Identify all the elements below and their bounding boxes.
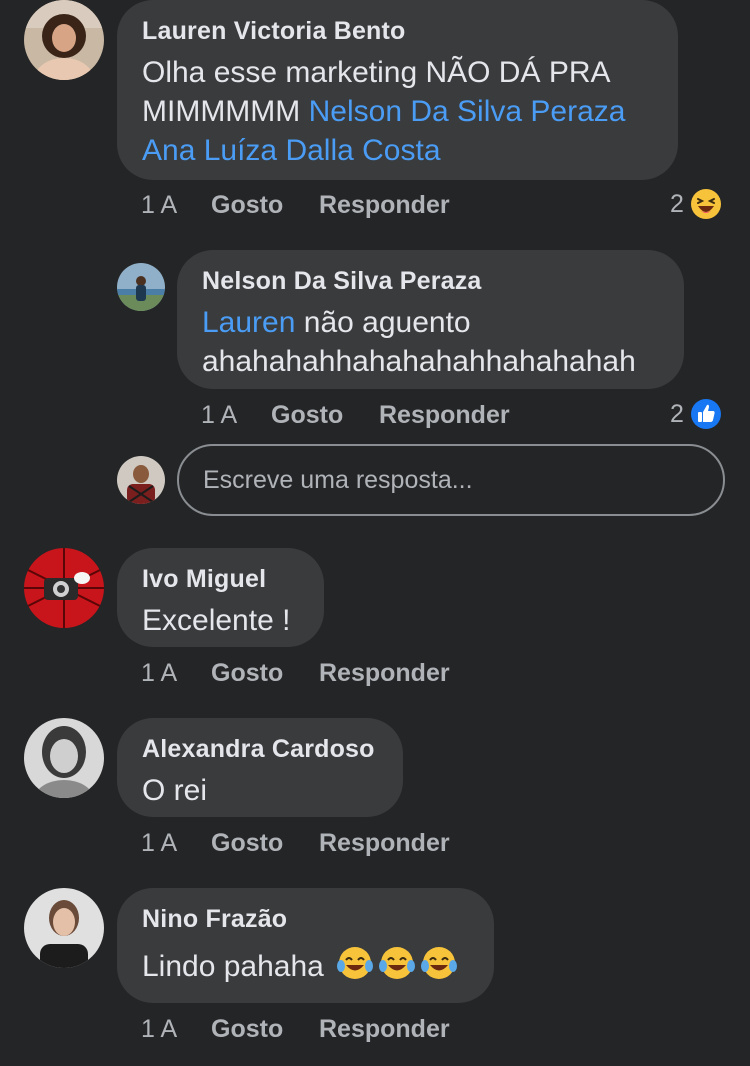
comment-bubble: Nino Frazão Lindo pahaha	[117, 888, 494, 1003]
reply-button[interactable]: Responder	[319, 658, 450, 688]
avatar-ivo-image	[24, 548, 104, 628]
reaction-summary[interactable]: 2	[670, 398, 722, 430]
avatar-nino[interactable]	[24, 888, 104, 968]
comment-author[interactable]: Ivo Miguel	[142, 564, 299, 594]
reaction-summary[interactable]: 2	[670, 188, 722, 220]
mention-link[interactable]: Lauren	[202, 306, 295, 339]
comment-author[interactable]: Nino Frazão	[142, 904, 469, 934]
comment-text: Lauren não aguento ahahahahhahahahahhaha…	[202, 306, 636, 378]
comment-author[interactable]: Lauren Victoria Bento	[142, 16, 653, 46]
reply-input-placeholder: Escreve uma resposta...	[203, 465, 473, 494]
comment-timestamp[interactable]: 1 A	[141, 658, 211, 688]
comment-bubble: Lauren Victoria Bento Olha esse marketin…	[117, 0, 678, 180]
tears-of-joy-icon	[420, 944, 458, 982]
comment-author[interactable]: Alexandra Cardoso	[142, 734, 378, 764]
avatar-current-user	[117, 456, 165, 504]
comment-actions: 1 A Gosto Responder	[141, 828, 450, 858]
comment-actions: 1 A Gosto Responder	[141, 658, 450, 688]
avatar-alexandra-image	[24, 718, 104, 798]
avatar-alexandra[interactable]	[24, 718, 104, 798]
reaction-count: 2	[670, 399, 684, 428]
like-button[interactable]: Gosto	[211, 1014, 319, 1044]
avatar-lauren[interactable]	[24, 0, 104, 80]
comment-author[interactable]: Nelson Da Silva Peraza	[202, 266, 659, 296]
mention-link[interactable]: Nelson Da Silva Peraza	[309, 95, 626, 128]
like-button[interactable]: Gosto	[211, 658, 319, 688]
comment-text: O rei	[142, 774, 208, 807]
avatar-nelson-image	[117, 263, 165, 311]
avatar-lauren-image	[24, 0, 104, 80]
thumbs-up-icon	[690, 398, 722, 430]
laughing-emoji-icon	[690, 188, 722, 220]
avatar-ivo[interactable]	[24, 548, 104, 628]
comment-text: Excelente !	[142, 604, 291, 637]
tears-of-joy-icon	[378, 944, 416, 982]
comment-timestamp[interactable]: 1 A	[141, 1014, 211, 1044]
reply-button[interactable]: Responder	[319, 1014, 450, 1044]
like-button[interactable]: Gosto	[211, 190, 319, 220]
comment-timestamp[interactable]: 1 A	[141, 190, 211, 220]
comment-text: Lindo pahaha	[142, 944, 469, 986]
avatar-current-user-image	[117, 456, 165, 504]
tears-of-joy-icon	[336, 944, 374, 982]
comment-bubble: Alexandra Cardoso O rei	[117, 718, 403, 817]
reply-button[interactable]: Responder	[319, 190, 450, 220]
avatar-nino-image	[24, 888, 104, 968]
reply-button[interactable]: Responder	[319, 828, 450, 858]
reaction-count: 2	[670, 189, 684, 218]
reply-input[interactable]: Escreve uma resposta...	[177, 444, 725, 516]
like-button[interactable]: Gosto	[211, 828, 319, 858]
comment-timestamp[interactable]: 1 A	[201, 400, 271, 430]
comment-actions: 1 A Gosto Responder	[141, 1014, 450, 1044]
comment-actions: 1 A Gosto Responder	[201, 400, 510, 430]
comment-bubble: Nelson Da Silva Peraza Lauren não aguent…	[177, 250, 684, 389]
comment-text: Olha esse marketing NÃO DÁ PRA MIMMMMM N…	[142, 56, 626, 167]
like-button[interactable]: Gosto	[271, 400, 379, 430]
comment-timestamp[interactable]: 1 A	[141, 828, 211, 858]
avatar-nelson[interactable]	[117, 263, 165, 311]
comment-actions: 1 A Gosto Responder	[141, 190, 450, 220]
mention-link[interactable]: Ana Luíza Dalla Costa	[142, 134, 441, 167]
reply-button[interactable]: Responder	[379, 400, 510, 430]
comment-bubble: Ivo Miguel Excelente !	[117, 548, 324, 647]
